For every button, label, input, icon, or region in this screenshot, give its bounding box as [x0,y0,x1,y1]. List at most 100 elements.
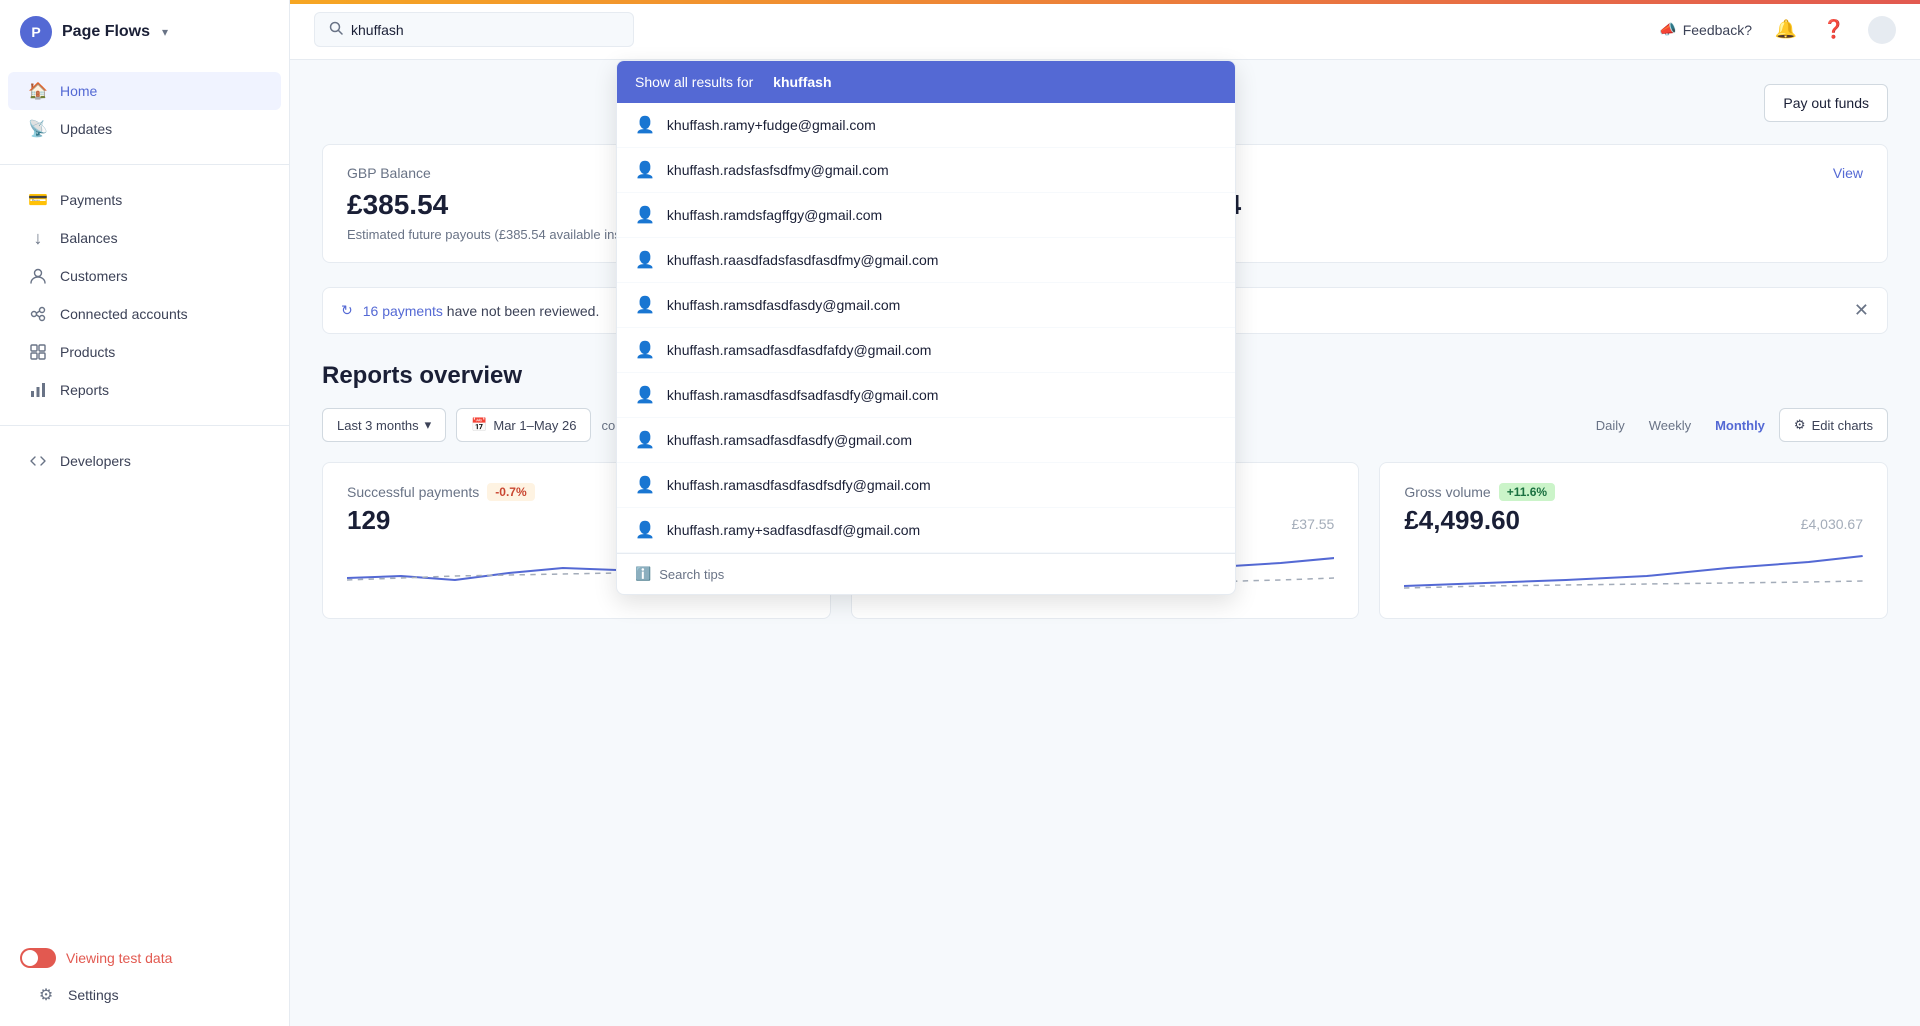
nav-divider-2 [0,425,289,426]
sidebar-item-developers[interactable]: Developers [8,442,281,480]
avatar[interactable] [1868,16,1896,44]
dropdown-result-7[interactable]: 👤 khuffash.ramsadfasdfasdfy@gmail.com [617,418,1235,463]
search-tips-link[interactable]: ℹ️ Search tips [617,553,1235,594]
payouts-card-header: Payouts View [1140,165,1863,181]
show-all-results-item[interactable]: Show all results for khuffash [617,61,1235,103]
test-data-toggle[interactable]: Viewing test data [8,940,281,976]
sidebar-item-customers[interactable]: Customers [8,257,281,295]
test-data-label: Viewing test data [66,950,172,966]
dropdown-email: khuffash.ramy+sadfasdfasdf@gmail.com [667,522,920,538]
updates-icon: 📡 [28,119,48,139]
dropdown-result-2[interactable]: 👤 khuffash.ramdsfagffgy@gmail.com [617,193,1235,238]
dropdown-email: khuffash.raasdfadsfasdfasdfmy@gmail.com [667,252,939,268]
gear-icon: ⚙ [1794,417,1806,433]
user-icon: 👤 [635,160,655,180]
date-picker-button[interactable]: 📅 Mar 1–May 26 [456,408,591,442]
search-box[interactable]: khuffash [314,12,634,47]
connected-accounts-icon [28,304,48,324]
payments-icon: 💳 [28,190,48,210]
sidebar-item-label: Updates [60,121,112,137]
metric-title: Gross volume [1404,484,1490,500]
close-icon[interactable]: ✕ [1854,300,1869,321]
user-icon: 👤 [635,295,655,315]
top-accent [290,0,1920,4]
search-tips-label: Search tips [659,567,724,582]
toggle-switch[interactable] [20,948,56,968]
edit-charts-button[interactable]: ⚙ Edit charts [1779,408,1888,442]
payouts-amount: £385.54 [1140,189,1863,221]
home-icon: 🏠 [28,81,48,101]
dropdown-email: khuffash.ramasdfasdfasdfsdfy@gmail.com [667,477,931,493]
balances-icon: ↓ [28,228,48,248]
dropdown-email: khuffash.ramsadfasdfasdfafdy@gmail.com [667,342,932,358]
dropdown-result-9[interactable]: 👤 khuffash.ramy+sadfasdfasdf@gmail.com [617,508,1235,553]
main-area: khuffash 📣 Feedback? 🔔 ❓ Show all result… [290,0,1920,1026]
dropdown-result-1[interactable]: 👤 khuffash.radsfasfsdfmy@gmail.com [617,148,1235,193]
metric-badge: -0.7% [487,483,534,501]
user-icon: 👤 [635,340,655,360]
user-icon: 👤 [635,385,655,405]
sidebar-item-balances[interactable]: ↓ Balances [8,219,281,257]
metric-header: Gross volume +11.6% [1404,483,1863,501]
notifications-icon[interactable]: 🔔 [1772,16,1800,44]
edit-charts-label: Edit charts [1812,418,1873,433]
gross-volume-chart [1404,548,1863,598]
search-icon [329,21,343,38]
calendar-icon: 📅 [471,417,487,433]
topbar-right: 📣 Feedback? 🔔 ❓ [1659,16,1896,44]
payouts-view-link[interactable]: View [1833,165,1863,181]
dropdown-result-6[interactable]: 👤 khuffash.ramasdfasdfsadfasdfy@gmail.co… [617,373,1235,418]
metric-main-value: 129 [347,505,390,536]
weekly-view-button[interactable]: Weekly [1639,412,1701,439]
sidebar-item-updates[interactable]: 📡 Updates [8,110,281,148]
customers-icon [28,266,48,286]
daily-view-button[interactable]: Daily [1586,412,1635,439]
dropdown-result-0[interactable]: 👤 khuffash.ramy+fudge@gmail.com [617,103,1235,148]
sidebar-item-home[interactable]: 🏠 Home [8,72,281,110]
chevron-down-icon: ▾ [425,417,432,433]
sidebar-item-label: Customers [60,268,128,284]
search-all-query: khuffash [773,74,831,90]
products-icon [28,342,48,362]
notif-link[interactable]: 16 payments [363,303,443,319]
user-icon: 👤 [635,250,655,270]
feedback-label: Feedback? [1683,22,1752,38]
metric-badge: +11.6% [1499,483,1555,501]
feedback-button[interactable]: 📣 Feedback? [1659,21,1752,38]
dropdown-result-8[interactable]: 👤 khuffash.ramasdfasdfasdfsdfy@gmail.com [617,463,1235,508]
notif-text: 16 payments have not been reviewed. [363,303,600,319]
sidebar-item-label: Developers [60,453,131,469]
sidebar: P Page Flows ▾ 🏠 Home 📡 Updates 💳 Paymen… [0,0,290,1026]
nav-divider [0,164,289,165]
monthly-view-button[interactable]: Monthly [1705,412,1775,439]
dropdown-result-5[interactable]: 👤 khuffash.ramsadfasdfasdfafdy@gmail.com [617,328,1235,373]
dropdown-email: khuffash.ramdsfagffgy@gmail.com [667,207,882,223]
dropdown-result-3[interactable]: 👤 khuffash.raasdfadsfasdfasdfmy@gmail.co… [617,238,1235,283]
sidebar-item-connected-accounts[interactable]: Connected accounts [8,295,281,333]
spinner-icon: ↻ [341,302,353,319]
sidebar-logo[interactable]: P Page Flows ▾ [0,0,289,64]
payments-nav: 💳 Payments ↓ Balances Customers Connecte… [0,173,289,417]
megaphone-icon: 📣 [1659,21,1676,38]
gross-volume-card: Gross volume +11.6% £4,499.60 £4,030.67 [1379,462,1888,619]
notif-content: ↻ 16 payments have not been reviewed. [341,302,599,319]
reports-icon [28,380,48,400]
help-icon[interactable]: ❓ [1820,16,1848,44]
sidebar-item-label: Home [60,83,97,99]
pay-out-funds-button[interactable]: Pay out funds [1764,84,1888,122]
date-range-button[interactable]: Last 3 months ▾ [322,408,446,442]
sidebar-item-products[interactable]: Products [8,333,281,371]
sidebar-item-reports[interactable]: Reports [8,371,281,409]
sidebar-item-payments[interactable]: 💳 Payments [8,181,281,219]
metric-title: Successful payments [347,484,479,500]
search-value: khuffash [351,22,404,38]
user-icon: 👤 [635,430,655,450]
app-name: Page Flows [62,23,150,41]
sidebar-item-label: Products [60,344,115,360]
sidebar-item-settings[interactable]: ⚙ Settings [16,976,273,1014]
dropdown-email: khuffash.ramasdfasdfsadfasdfy@gmail.com [667,387,939,403]
metric-prev-value: £4,030.67 [1801,516,1863,532]
dropdown-result-4[interactable]: 👤 khuffash.ramsdfasdfasdy@gmail.com [617,283,1235,328]
sidebar-item-label: Payments [60,192,122,208]
search-all-prefix: Show all results for [635,74,753,90]
